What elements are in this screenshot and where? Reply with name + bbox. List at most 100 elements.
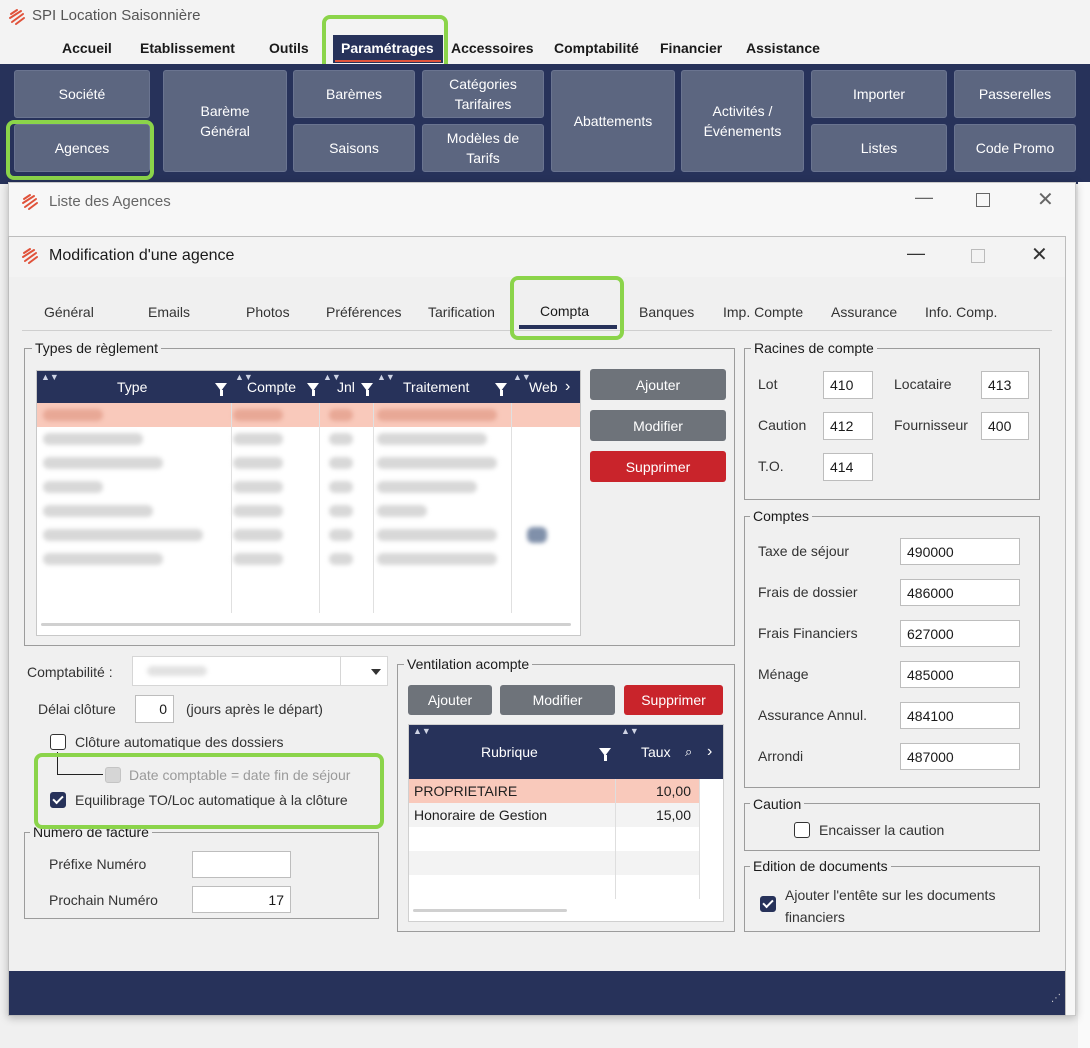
frais-dossier-field[interactable]: 486000 (900, 579, 1020, 606)
ribbon-abattements-button[interactable]: Abattements (551, 70, 675, 172)
date-comptable-checkbox[interactable] (105, 767, 121, 783)
ventilation-delete-button[interactable]: Supprimer (624, 685, 723, 715)
table-row[interactable]: Honoraire de Gestion 15,00 (409, 803, 699, 827)
resize-grip-icon[interactable]: ⋰ (1051, 993, 1061, 1004)
taxe-sejour-field[interactable]: 490000 (900, 538, 1020, 565)
chevron-right-icon[interactable]: › (565, 371, 570, 403)
racines-compte-label: Racines de compte (751, 340, 877, 356)
tab-photos[interactable]: Photos (246, 304, 290, 320)
col-web-header[interactable]: Web (529, 371, 558, 403)
ventilation-add-button[interactable]: Ajouter (408, 685, 492, 715)
table-row[interactable] (37, 403, 580, 427)
ribbon-abattements-label: Abattements (573, 113, 653, 129)
tab-imp-compte[interactable]: Imp. Compte (723, 304, 803, 320)
tab-info-comp[interactable]: Info. Comp. (925, 304, 997, 320)
ribbon-bareme-general-button[interactable]: Barème Général (163, 70, 287, 172)
table-row[interactable] (409, 827, 699, 851)
funnel-icon[interactable] (215, 371, 227, 403)
delai-cloture-field[interactable]: 0 (135, 695, 174, 723)
table-row[interactable]: PROPRIETAIRE 10,00 (409, 779, 699, 803)
col-type-header[interactable]: Type (117, 371, 147, 403)
types-reglement-add-button[interactable]: Ajouter (590, 369, 726, 400)
to-label: T.O. (758, 458, 784, 474)
ribbon-societe-button[interactable]: Société (14, 70, 150, 118)
lot-field[interactable]: 410 (823, 371, 873, 399)
ventilation-grid-header: ▲▼ Rubrique ▲▼ Taux ⌕ › (409, 725, 723, 779)
menu-etablissement[interactable]: Etablissement (140, 40, 235, 56)
tab-assurance[interactable]: Assurance (831, 304, 897, 320)
ventilation-grid[interactable]: ▲▼ Rubrique ▲▼ Taux ⌕ › PROPRIETAIRE 10,… (408, 724, 724, 922)
ribbon-importer-button[interactable]: Importer (811, 70, 947, 118)
spi-logo-icon (22, 248, 38, 264)
types-reglement-edit-button[interactable]: Modifier (590, 410, 726, 441)
tab-preferences[interactable]: Préférences (326, 304, 401, 320)
assurance-annul-field[interactable]: 484100 (900, 702, 1020, 729)
menu-financier[interactable]: Financier (660, 40, 722, 56)
tab-emails[interactable]: Emails (148, 304, 190, 320)
types-reglement-grid[interactable]: ▲▼ Type ▲▼ Compte ▲▼ Jnl ▲▼ Traitement ▲… (36, 370, 581, 636)
window-liste-title: Liste des Agences (49, 193, 171, 210)
tab-banques[interactable]: Banques (639, 304, 694, 320)
prochain-numero-field[interactable]: 17 (192, 886, 291, 913)
col-taux-header[interactable]: Taux (641, 739, 671, 765)
menu-outils[interactable]: Outils (269, 40, 309, 56)
horizontal-scrollbar[interactable] (413, 909, 567, 912)
equilibrage-checkbox[interactable] (50, 792, 66, 808)
comptabilite-select[interactable] (132, 656, 388, 686)
funnel-icon[interactable] (361, 371, 373, 403)
entete-documents-checkbox[interactable] (760, 896, 776, 912)
menu-comptabilite[interactable]: Comptabilité (554, 40, 639, 56)
ribbon-activites-button[interactable]: Activités / Événements (681, 70, 804, 172)
menu-accueil[interactable]: Accueil (62, 40, 112, 56)
fournisseur-field[interactable]: 400 (981, 412, 1029, 440)
table-row[interactable] (409, 875, 699, 899)
funnel-icon[interactable] (307, 371, 319, 403)
types-reglement-delete-button[interactable]: Supprimer (590, 451, 726, 482)
fournisseur-label: Fournisseur (894, 417, 968, 433)
tab-compta[interactable]: Compta (540, 303, 589, 319)
table-row[interactable] (409, 851, 699, 875)
funnel-icon[interactable] (495, 371, 507, 403)
menage-field[interactable]: 485000 (900, 661, 1020, 688)
ribbon-baremes-button[interactable]: Barèmes (293, 70, 415, 118)
ribbon-listes-button[interactable]: Listes (811, 124, 947, 172)
frais-financiers-field[interactable]: 627000 (900, 620, 1020, 647)
chevron-right-icon[interactable]: › (707, 739, 712, 765)
col-traitement-header[interactable]: Traitement (403, 371, 469, 403)
cloture-auto-checkbox[interactable] (50, 734, 66, 750)
menu-parametrages[interactable]: Paramétrages (341, 40, 434, 56)
ribbon-categories-label: Catégories Tarifaires (449, 76, 517, 112)
search-icon[interactable]: ⌕ (685, 739, 692, 765)
ribbon-code-promo-button[interactable]: Code Promo (954, 124, 1076, 172)
minimize-icon[interactable]: — (915, 187, 933, 208)
ribbon-activites-label: Activités / Événements (703, 103, 782, 139)
prefixe-numero-field[interactable] (192, 851, 291, 878)
funnel-icon[interactable] (599, 739, 611, 765)
ribbon-passerelles-button[interactable]: Passerelles (954, 70, 1076, 118)
ribbon-agences-button[interactable]: Agences (14, 124, 150, 172)
close-icon[interactable]: ✕ (1031, 242, 1048, 267)
col-jnl-header[interactable]: Jnl (337, 371, 355, 403)
types-reglement-grid-header: ▲▼ Type ▲▼ Compte ▲▼ Jnl ▲▼ Traitement ▲… (37, 371, 580, 403)
menu-accessoires[interactable]: Accessoires (451, 40, 534, 56)
maximize-icon[interactable] (976, 193, 990, 207)
to-field[interactable]: 414 (823, 453, 873, 481)
minimize-icon[interactable]: — (907, 243, 925, 264)
ribbon-modeles-button[interactable]: Modèles de Tarifs (422, 124, 544, 172)
encaisser-caution-checkbox[interactable] (794, 822, 810, 838)
locataire-field[interactable]: 413 (981, 371, 1029, 399)
chevron-down-icon[interactable] (371, 669, 381, 675)
close-icon[interactable]: ✕ (1037, 187, 1054, 212)
col-compte-header[interactable]: Compte (247, 371, 296, 403)
ribbon-saisons-button[interactable]: Saisons (293, 124, 415, 172)
tab-general[interactable]: Général (44, 304, 94, 320)
ribbon-categories-button[interactable]: Catégories Tarifaires (422, 70, 544, 118)
tab-tarification[interactable]: Tarification (428, 304, 495, 320)
ribbon-passerelles-label: Passerelles (978, 86, 1052, 102)
menu-assistance[interactable]: Assistance (746, 40, 820, 56)
ventilation-edit-button[interactable]: Modifier (500, 685, 615, 715)
caution-root-field[interactable]: 412 (823, 412, 873, 440)
arrondi-field[interactable]: 487000 (900, 743, 1020, 770)
horizontal-scrollbar[interactable] (41, 623, 571, 626)
col-rubrique-header[interactable]: Rubrique (481, 739, 538, 765)
